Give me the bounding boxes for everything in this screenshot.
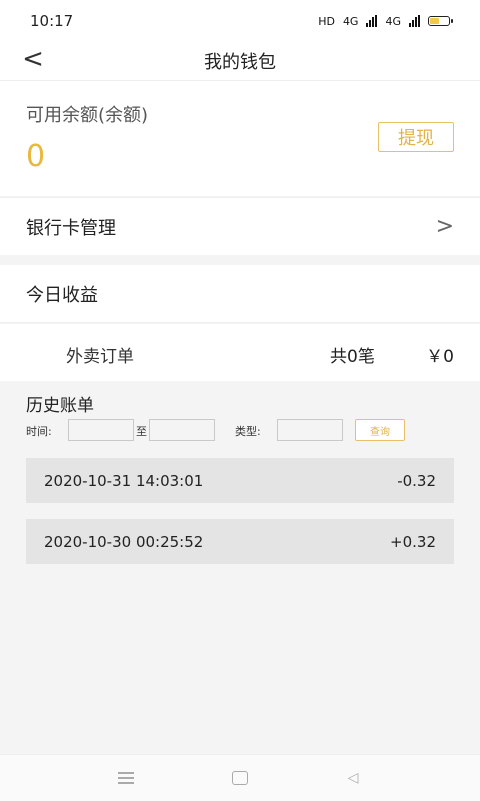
record-amount: +0.32 <box>390 532 436 551</box>
record-amount: -0.32 <box>397 471 436 490</box>
balance-card: 可用余额(余额) 0 提现 <box>0 81 480 196</box>
takeout-orders-row: 外卖订单 共0笔 ￥0 <box>0 324 480 381</box>
bank-card-label: 银行卡管理 <box>26 217 116 239</box>
orders-count: 共0笔 <box>330 347 375 367</box>
history-section: 历史账单 时间: 至 类型: 查询 2020-10-31 14:03:01 -0… <box>0 381 480 754</box>
menu-icon[interactable] <box>114 768 138 788</box>
balance-label: 可用余额(余额) <box>26 105 149 126</box>
to-label: 至 <box>136 425 147 438</box>
signal-icon <box>366 15 378 27</box>
back-triangle-icon[interactable]: ◁ <box>341 768 365 788</box>
status-time: 10:17 <box>30 12 74 30</box>
network-label-1: 4G <box>342 14 359 28</box>
end-date-input[interactable] <box>149 419 215 441</box>
home-icon[interactable] <box>228 768 252 788</box>
navigation-bar: < 我的钱包 <box>0 42 480 81</box>
back-button[interactable]: < <box>18 44 48 74</box>
chevron-right-icon: > <box>435 214 454 239</box>
record-time: 2020-10-31 14:03:01 <box>44 471 204 490</box>
battery-icon <box>428 16 453 26</box>
withdraw-button[interactable]: 提现 <box>378 122 454 152</box>
network-label-2: 4G <box>385 14 401 28</box>
history-title: 历史账单 <box>26 396 94 416</box>
hd-label: HD <box>318 14 335 28</box>
type-label: 类型: <box>235 425 261 438</box>
today-earnings-header: 今日收益 <box>0 265 480 323</box>
chevron-left-icon: < <box>22 44 44 74</box>
balance-amount: 0 <box>26 139 46 174</box>
page-title: 我的钱包 <box>204 52 276 73</box>
system-navigation-bar: ◁ <box>0 754 480 801</box>
record-time: 2020-10-30 00:25:52 <box>44 532 204 551</box>
query-button[interactable]: 查询 <box>355 419 405 441</box>
orders-name: 外卖订单 <box>66 347 134 367</box>
signal-icon-2 <box>409 15 420 27</box>
orders-money: ￥0 <box>426 347 454 367</box>
history-record[interactable]: 2020-10-31 14:03:01 -0.32 <box>26 458 454 503</box>
bank-card-management-row[interactable]: 银行卡管理 > <box>0 197 480 255</box>
start-date-input[interactable] <box>68 419 134 441</box>
history-filters: 时间: 至 类型: 查询 <box>26 419 466 443</box>
time-label: 时间: <box>26 425 52 438</box>
history-record[interactable]: 2020-10-30 00:25:52 +0.32 <box>26 519 454 564</box>
type-select[interactable] <box>277 419 343 441</box>
status-bar: 10:17 HD 4G 4G <box>0 0 480 42</box>
today-earnings-label: 今日收益 <box>26 284 98 306</box>
status-icons: HD 4G 4G <box>318 14 453 28</box>
